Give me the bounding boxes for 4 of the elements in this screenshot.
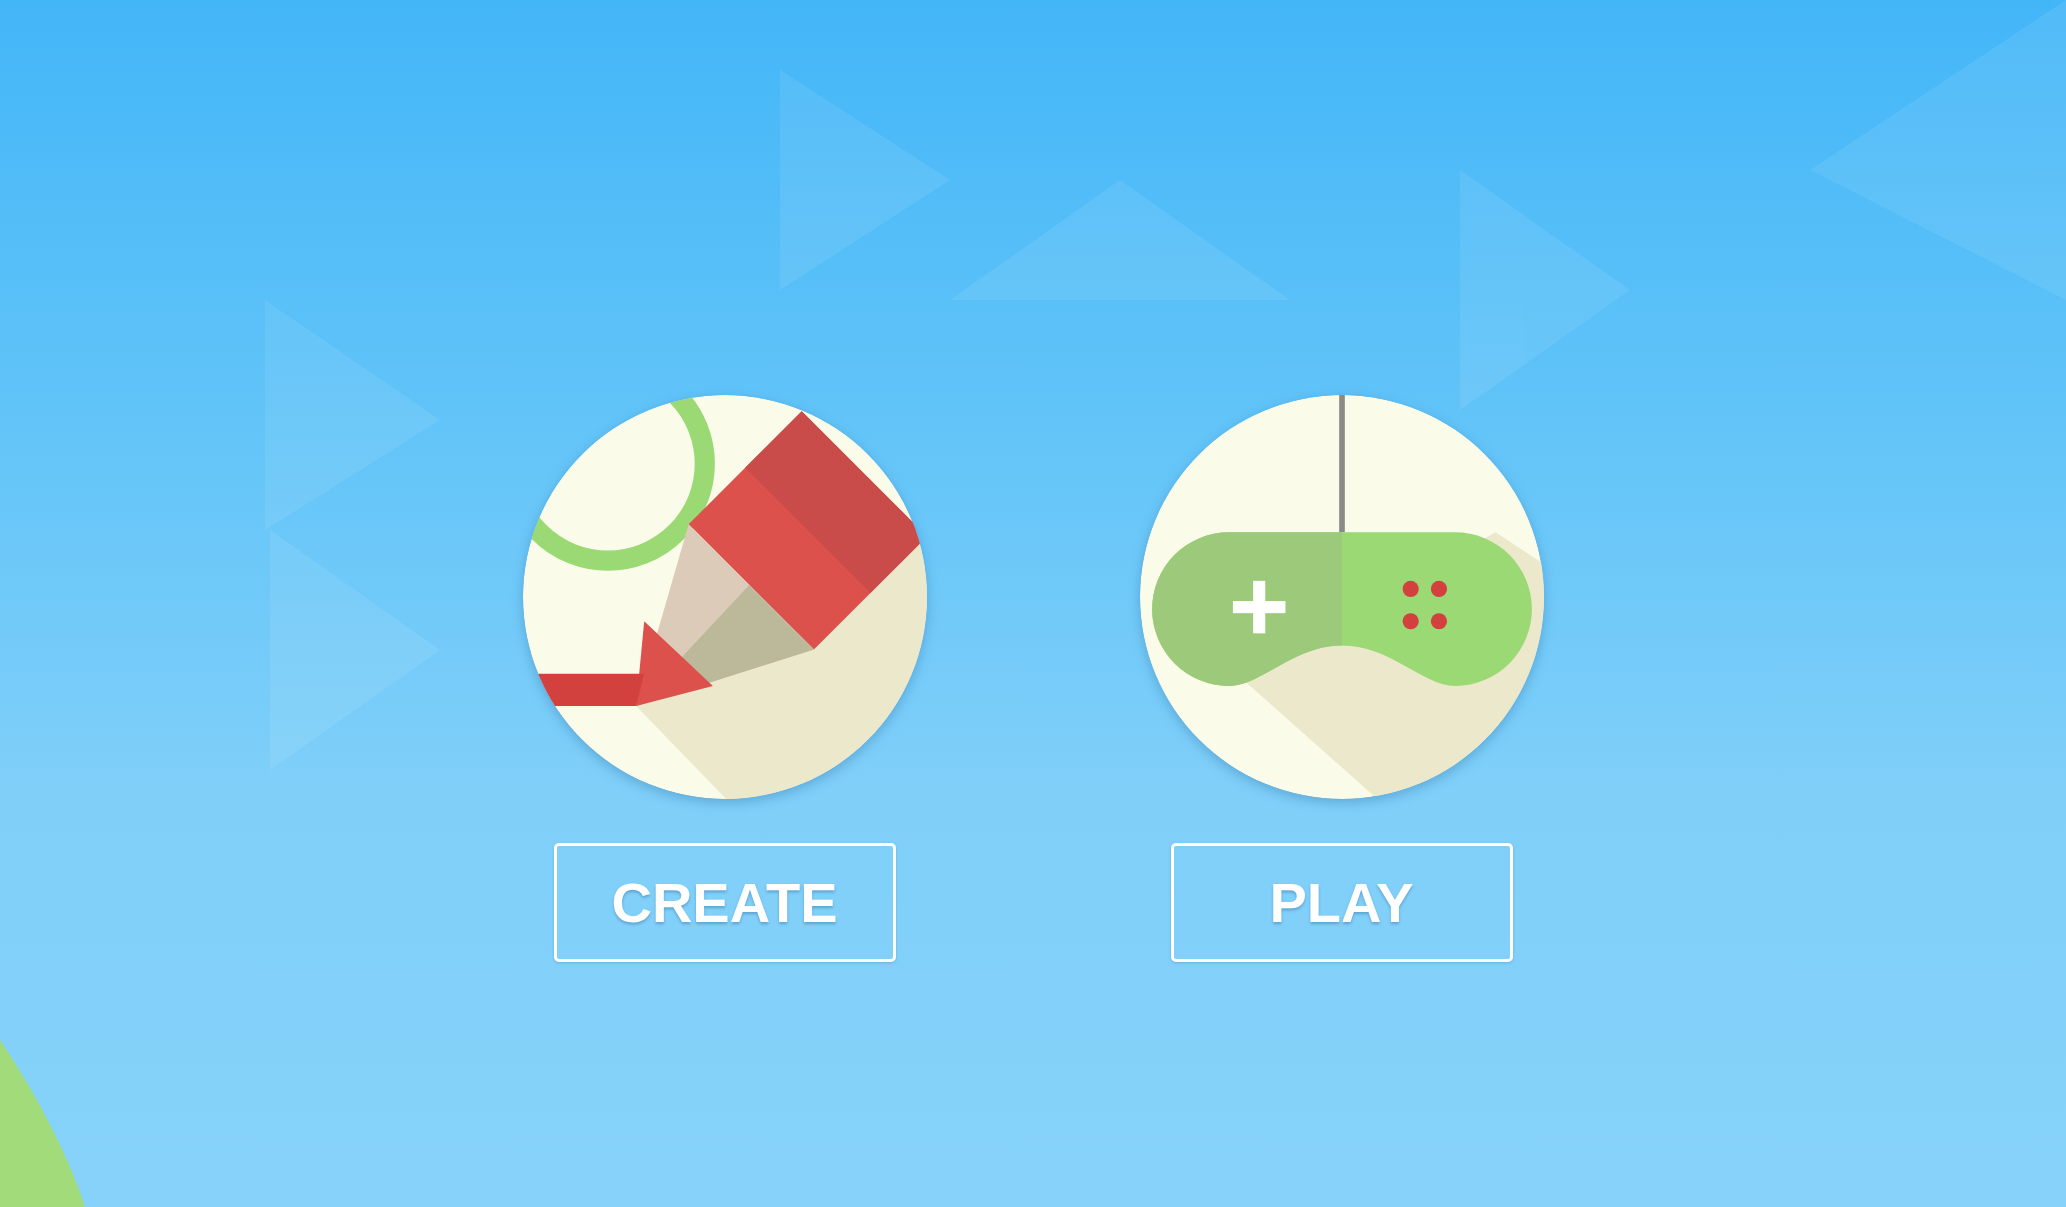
gamepad-icon: [1139, 395, 1544, 799]
menu-button[interactable]: PLAY: [1170, 843, 1513, 962]
menu-button[interactable]: CREATE: [553, 843, 896, 962]
pencil-icon: [522, 395, 927, 799]
